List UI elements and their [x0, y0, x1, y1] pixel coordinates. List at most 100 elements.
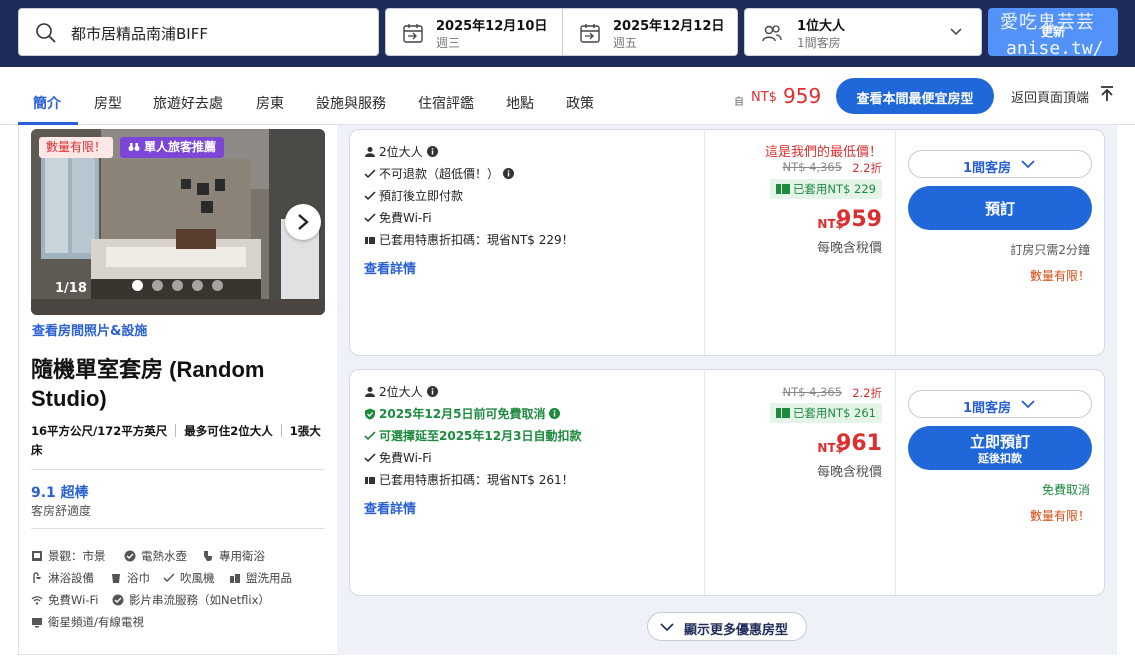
cheapest-label: 查看本間最便宜房型 — [856, 91, 974, 106]
tab-host[interactable]: 房東 — [256, 93, 284, 113]
tab-facilities[interactable]: 設施與服務 — [316, 93, 386, 113]
coupon-text: 已套用NT$ 229 — [792, 182, 876, 196]
view-cheapest-room-button[interactable]: 查看本間最便宜房型 — [836, 78, 994, 114]
section-nav: 簡介 房型 旅遊好去處 房東 設施與服務 住宿評鑑 地點 政策 自 NT$ 95… — [0, 67, 1135, 125]
destination-field[interactable]: 都市居精品南浦BIFF — [18, 8, 379, 56]
facility-label: 免費Wi-Fi — [48, 593, 99, 607]
tab-rooms[interactable]: 房型 — [94, 93, 122, 113]
price-from-label: 自 — [734, 97, 744, 108]
wifi-icon — [31, 596, 43, 605]
tab-reviews[interactable]: 住宿評鑑 — [418, 93, 474, 113]
view-icon — [32, 551, 42, 561]
next-photo-button[interactable] — [285, 204, 321, 240]
tax-note: 每晚含稅價 — [816, 241, 882, 256]
column-divider — [704, 130, 705, 355]
search-icon — [36, 23, 56, 43]
limited-note: 數量有限！ — [1029, 509, 1090, 523]
divider — [31, 469, 325, 470]
checkout-field[interactable]: 2025年12月12日 週五 — [562, 9, 738, 55]
ticket-icon — [365, 477, 375, 484]
chevron-right-icon — [298, 214, 309, 230]
photo-dot[interactable] — [212, 280, 223, 291]
check-icon — [364, 453, 376, 463]
photo-dot[interactable] — [172, 280, 183, 291]
checkin-day: 週三 — [436, 36, 461, 50]
feature-text: 免費Wi-Fi — [379, 451, 432, 465]
tab-attractions[interactable]: 旅遊好去處 — [153, 93, 223, 113]
room-quantity-select[interactable]: 1間客房 — [908, 150, 1092, 178]
check-icon — [364, 191, 376, 201]
offer-feature: 2025年12月5日前可免費取消 — [364, 405, 561, 422]
checkin-field[interactable]: 2025年12月10日 週三 — [386, 9, 562, 55]
booking-time-note: 訂房只需2分鐘 — [1010, 243, 1090, 257]
free-cancel-note: 免費取消 — [1041, 483, 1090, 497]
room-quantity-value: 1間客房 — [963, 161, 1012, 176]
tab-policies[interactable]: 政策 — [566, 93, 594, 113]
info-icon[interactable] — [549, 408, 561, 419]
watermark-name: 愛吃鬼芸芸 — [1000, 12, 1095, 33]
offer-feature: 不可退款（超低價！） — [364, 165, 515, 182]
info-icon[interactable] — [503, 168, 515, 179]
tax-note: 每晚含稅價 — [816, 465, 882, 480]
facility-label: 浴巾 — [127, 571, 150, 585]
book-button[interactable]: 預訂 — [908, 186, 1092, 230]
arrow-up-icon[interactable] — [1099, 85, 1115, 103]
room-title: 隨機單室套房 (Random Studio) — [31, 357, 265, 411]
check-icon — [112, 594, 124, 606]
room-occupancy: 最多可住2位大人 — [184, 424, 273, 438]
original-price: NT$ 4,365 — [782, 385, 842, 399]
book-label: 預訂 — [984, 201, 1015, 218]
nav-price-value: 959 — [783, 84, 822, 108]
offer-card: 2位大人 2025年12月5日前可免費取消 可選擇延至2025年12月3日自動扣… — [349, 369, 1105, 596]
spec-divider — [175, 424, 177, 437]
price-value: 959 — [836, 207, 882, 232]
divider — [31, 528, 325, 529]
coupon-icon — [775, 408, 790, 418]
room-quantity-select[interactable]: 1間客房 — [908, 390, 1092, 418]
tab-location[interactable]: 地點 — [506, 93, 534, 113]
offer-card: 2位大人 不可退款（超低價！） 預訂後立即付款 免費Wi-Fi 已套用特惠折扣碼… — [349, 129, 1105, 356]
facility-label: 影片串流服務（如Netflix） — [129, 593, 270, 607]
check-icon — [364, 213, 376, 223]
chevron-down-icon — [660, 623, 674, 632]
info-icon[interactable] — [426, 146, 438, 157]
facility-label: 衛星頻道/有線電視 — [48, 615, 144, 629]
limited-note: 數量有限！ — [1029, 269, 1090, 283]
offer-details-link[interactable]: 查看詳情 — [364, 498, 416, 517]
limited-availability-badge: 數量有限！ — [39, 137, 114, 158]
photo-dot[interactable] — [132, 280, 143, 291]
discount-rate: 2.2折 — [852, 386, 882, 400]
photo-dot[interactable] — [152, 280, 163, 291]
solo-traveler-label: 單人旅客推薦 — [144, 140, 217, 154]
facility-label: 景觀：市景 — [48, 549, 106, 563]
offer-details-link[interactable]: 查看詳情 — [364, 258, 416, 277]
guests-field[interactable]: 1位大人 1間客房 — [744, 8, 982, 56]
photo-dot[interactable] — [192, 280, 203, 291]
tv-icon — [32, 618, 42, 628]
book-sublabel: 延後扣款 — [978, 453, 1022, 465]
book-now-button[interactable]: 立即預訂 延後扣款 — [908, 426, 1092, 470]
room-specs: 16平方公尺/172平方英尺 最多可住2位大人 1張大床 — [31, 422, 321, 460]
feature-text: 免費Wi-Fi — [379, 211, 432, 225]
offer-feature: 免費Wi-Fi — [364, 209, 432, 226]
checkout-day: 週五 — [613, 36, 638, 50]
book-label: 立即預訂 — [969, 434, 1030, 451]
feature-text: 2位大人 — [379, 145, 423, 159]
solo-traveler-badge: 單人旅客推薦 — [120, 137, 225, 158]
offer-feature: 2位大人 — [364, 143, 438, 160]
lowest-price-label: 這是我們的最低價！ — [764, 145, 882, 160]
feature-text: 可選擇延至2025年12月3日自動扣款 — [379, 429, 582, 443]
back-to-top-link[interactable]: 返回頁面頂端 — [1011, 87, 1089, 106]
room-photos-link[interactable]: 查看房間照片&設施 — [32, 320, 147, 339]
feature-text: 已套用特惠折扣碼：現省NT$ 229！ — [379, 233, 574, 247]
info-icon[interactable] — [426, 386, 438, 397]
coupon-applied-badge: 已套用NT$ 229 — [769, 179, 882, 199]
show-more-label: 顯示更多優惠房型 — [684, 622, 789, 637]
tab-overview[interactable]: 簡介 — [33, 93, 61, 113]
show-more-offers-button[interactable]: 顯示更多優惠房型 — [647, 612, 807, 641]
price-value: 961 — [836, 431, 882, 456]
binoculars-icon — [128, 143, 140, 151]
facility-label: 電熱水壺 — [141, 549, 187, 563]
feature-text: 2025年12月5日前可免費取消 — [379, 407, 546, 421]
facility-label: 淋浴設備 — [48, 571, 94, 585]
